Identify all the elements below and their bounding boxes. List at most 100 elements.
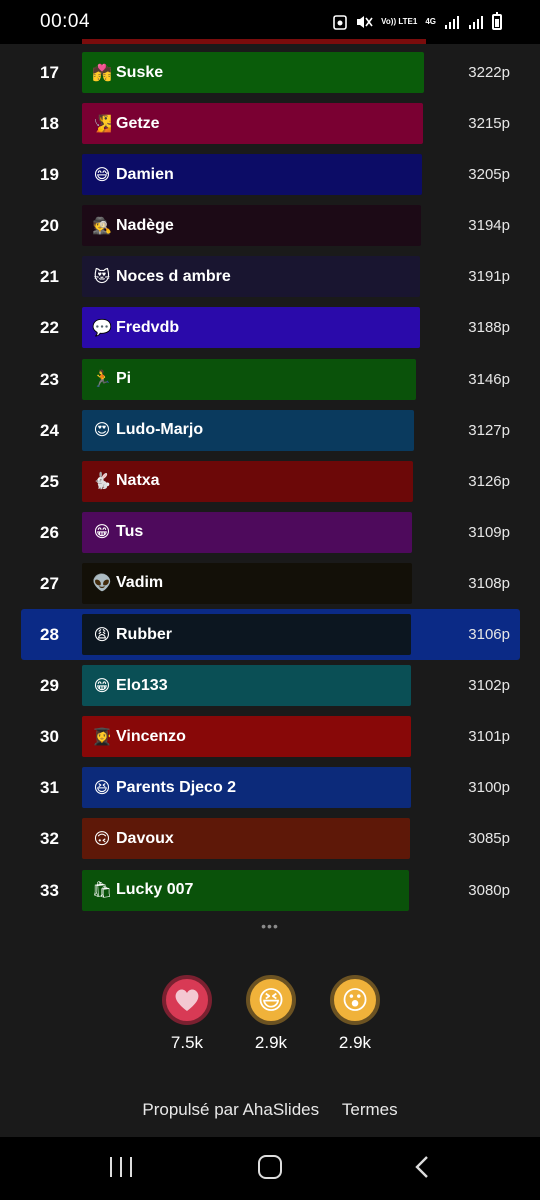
- player-name: Elo133: [116, 676, 168, 694]
- player-name: Damien: [116, 165, 174, 183]
- player-name: Ludo-Marjo: [116, 421, 204, 439]
- leaderboard-row: 28 😩 Rubber 3106p: [0, 609, 540, 665]
- heart-icon[interactable]: [162, 975, 212, 1025]
- reaction-laugh[interactable]: 😆 2.9k: [241, 975, 301, 1053]
- leaderboard: 17 💏 Suske 3222p 18 🧏 Getze 3215p 19 😅 Damien 3205p…: [0, 52, 540, 921]
- row-rank: 18: [40, 114, 59, 134]
- player-bar: 😁 Tus: [82, 511, 412, 553]
- player-bar: 🧏 Getze: [82, 103, 423, 145]
- home-icon[interactable]: [258, 1155, 282, 1179]
- status-icons: Vo)) LTE1 4G: [333, 12, 502, 31]
- recent-apps-icon[interactable]: [110, 1157, 132, 1177]
- row-rank: 30: [40, 727, 59, 747]
- player-bar: 😆 Parents Djeco 2: [82, 767, 411, 809]
- leaderboard-row: 23 🏃 Pi 3146p: [0, 358, 540, 410]
- terms-link[interactable]: Termes: [342, 1100, 398, 1119]
- alarm-icon: [333, 13, 347, 31]
- avatar-emoji-icon: 😍: [93, 422, 111, 440]
- player-score: 3222p: [468, 64, 510, 81]
- reaction-heart[interactable]: 7.5k: [157, 975, 217, 1053]
- player-name: Nadège: [116, 216, 174, 234]
- player-bar: 🕵 Nadège: [82, 205, 421, 247]
- player-name: Natxa: [116, 472, 160, 490]
- player-score: 3126p: [468, 472, 510, 490]
- row-rank: 32: [40, 829, 59, 849]
- footer: Propulsé par AhaSlides Termes: [0, 1100, 540, 1120]
- row-rank: 29: [40, 676, 59, 696]
- row-rank: 23: [40, 369, 59, 389]
- leaderboard-row: 18 🧏 Getze 3215p: [0, 103, 540, 154]
- avatar-emoji-icon: 😅: [93, 166, 111, 184]
- status-bar: 00:04 Vo)) LTE1 4G: [0, 0, 540, 44]
- player-name: Getze: [116, 114, 160, 132]
- leaderboard-row: 24 😍 Ludo-Marjo 3127p: [0, 409, 540, 461]
- avatar-emoji-icon: 💏: [92, 64, 112, 82]
- player-bar: 🙃 Davoux: [82, 818, 410, 860]
- player-score: 3109p: [468, 523, 510, 541]
- row-rank: 19: [40, 165, 59, 185]
- leaderboard-row: 27 👽 Vadim 3108p: [0, 562, 540, 614]
- player-score: 3146p: [468, 370, 510, 388]
- leaderboard-row: 33 🛍 Lucky 007 3080p: [0, 869, 540, 921]
- avatar-emoji-icon: 🙃: [93, 830, 111, 848]
- player-score: 3108p: [468, 574, 510, 592]
- leaderboard-row: 26 😁 Tus 3109p: [0, 511, 540, 563]
- player-name: Parents Djeco 2: [116, 778, 237, 796]
- network-type: 4G: [425, 17, 436, 26]
- player-score: 3101p: [468, 728, 510, 746]
- player-bar: 😩 Rubber: [82, 614, 411, 656]
- avatar-emoji-icon: 😁: [93, 524, 111, 542]
- laughing-face-icon[interactable]: 😆: [246, 975, 296, 1025]
- row-rank: 27: [40, 573, 59, 593]
- avatar-emoji-icon: 🏃: [92, 371, 112, 389]
- player-score: 3127p: [468, 421, 510, 439]
- player-score: 3191p: [468, 268, 510, 286]
- avatar-emoji-icon: 🐇: [92, 473, 112, 491]
- back-icon[interactable]: [414, 1155, 430, 1179]
- player-score: 3205p: [468, 166, 510, 184]
- leaderboard-row: 30 👩‍🎓 Vincenzo 3101p: [0, 716, 540, 767]
- signal-icon: [444, 13, 460, 31]
- row-rank: 28: [40, 625, 59, 645]
- more-indicator[interactable]: •••: [0, 918, 540, 934]
- surprised-face-icon[interactable]: 😮: [330, 975, 380, 1025]
- player-score: 3188p: [468, 319, 510, 337]
- avatar-emoji-icon: 🧏: [92, 115, 112, 133]
- row-rank: 22: [40, 318, 59, 338]
- navigation-bar: [0, 1137, 540, 1200]
- row-rank: 33: [40, 880, 59, 900]
- clock: 00:04: [40, 11, 91, 32]
- leaderboard-row: 29 😁 Elo133 3102p: [0, 665, 540, 716]
- player-score: 3100p: [468, 779, 510, 797]
- reactions-bar: 7.5k 😆 2.9k 😮 2.9k: [0, 975, 540, 1055]
- powered-by-link[interactable]: Propulsé par AhaSlides: [142, 1100, 319, 1119]
- leaderboard-row: 32 🙃 Davoux 3085p: [0, 818, 540, 869]
- avatar-emoji-icon: 😁: [93, 677, 111, 695]
- player-name: Rubber: [116, 625, 172, 643]
- player-name: Lucky 007: [116, 881, 194, 898]
- avatar-emoji-icon: 😩: [93, 626, 111, 644]
- player-name: Suske: [116, 63, 164, 81]
- mute-icon: [355, 13, 373, 31]
- player-score: 3215p: [468, 115, 510, 133]
- reaction-wow[interactable]: 😮 2.9k: [325, 975, 385, 1053]
- avatar-emoji-icon: 🕵: [92, 217, 112, 235]
- player-score: 3080p: [468, 881, 510, 899]
- player-name: Vincenzo: [116, 727, 186, 745]
- player-bar: 😁 Elo133: [82, 665, 411, 707]
- player-name: Tus: [116, 523, 144, 541]
- player-bar: 😍 Ludo-Marjo: [82, 409, 414, 451]
- player-name: Noces d ambre: [116, 267, 231, 285]
- player-name: Fredvdb: [116, 318, 180, 336]
- player-bar: 😅 Damien: [82, 154, 422, 196]
- signal-2-icon: [468, 13, 484, 31]
- reaction-count: 2.9k: [254, 1033, 288, 1052]
- player-bar: 😻 Noces d ambre: [82, 256, 420, 298]
- player-score: 3106p: [468, 626, 510, 644]
- player-bar: 🏃 Pi: [82, 358, 416, 400]
- leaderboard-row: 22 💬 Fredvdb 3188p: [0, 307, 540, 358]
- player-name: Pi: [116, 370, 132, 388]
- avatar-emoji-icon: 💬: [92, 319, 112, 337]
- volte-icon: Vo)) LTE1: [381, 17, 418, 26]
- row-rank: 17: [40, 63, 59, 82]
